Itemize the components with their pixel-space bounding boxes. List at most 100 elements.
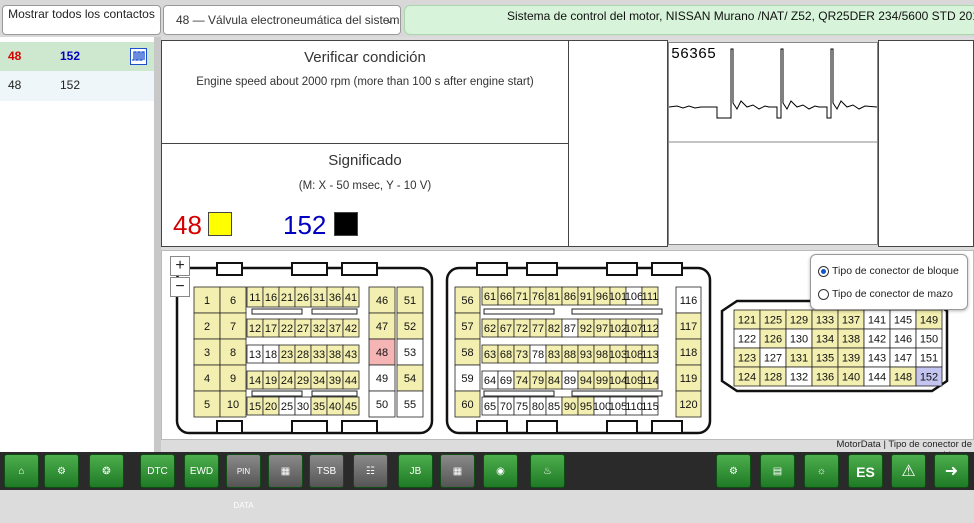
pin-number-label: 1 [204,295,210,307]
pin-number-label: 122 [738,334,756,346]
pin-number-label: 29 [297,375,309,387]
blank-panel-right [878,40,974,247]
pin-number-label: 56 [461,295,473,307]
pin-negative: 152 [60,78,81,92]
pin-number-label: 48 [376,347,388,359]
pin-negative: 152 [60,49,81,63]
oil-can-icon[interactable]: ♨ [530,454,565,488]
pin-number-label: 43 [345,349,357,361]
pin-number-label: 51 [404,295,416,307]
connector-a: 1234567891011121314151617181920212223242… [175,262,434,435]
pin-number-label: 15 [249,401,261,413]
pin-number-label: 36 [329,292,341,304]
home-icon[interactable]: ⌂ [4,454,39,488]
pin-positive: 48 [8,78,22,92]
language-button[interactable]: ES [848,454,883,488]
module-icon[interactable]: ▦ [268,454,303,488]
pin-number-label: 84 [548,375,560,387]
pin-number-label: 54 [404,373,416,385]
brake-icon[interactable]: ◉ [483,454,518,488]
warning-icon[interactable]: ⚠ [891,454,926,488]
vehicle-icon[interactable]: ⚙ [44,454,79,488]
pin-number-label: 95 [580,401,592,413]
waveform-icon[interactable] [130,48,147,65]
show-all-contacts-button[interactable]: Mostrar todos los contactos [2,5,161,35]
zoom-out-button[interactable]: − [170,277,190,297]
wheel-icon[interactable]: ❂ [89,454,124,488]
pin-number-label: 150 [920,334,938,346]
pin-number-label: 145 [894,315,912,327]
pin-number-label: 5 [204,399,210,411]
pin-number-label: 11 [249,292,260,304]
pin-number-label: 90 [564,401,576,413]
pin-number-label: 47 [376,321,388,333]
pin-number-label: 60 [461,399,473,411]
parts-icon[interactable]: ☷ [353,454,388,488]
pin-number-label: 117 [680,321,698,333]
pin-number-label: 63 [484,349,496,361]
pin-number-label: 147 [894,353,912,365]
zoom-in-button[interactable]: + [170,256,190,276]
pin-number-label: 142 [868,334,886,346]
tsb-button[interactable]: TSB [309,454,344,488]
pin-number-label: 26 [297,292,309,304]
meaning-pin-positive: 48 [173,210,202,240]
pin-number-label: 129 [790,315,808,327]
pin-number-label: 111 [642,291,659,303]
radio-block-connector[interactable] [818,266,829,277]
pin-number-label: 57 [461,321,473,333]
settings-icon[interactable]: ⚙ [716,454,751,488]
pin-number-label: 69 [500,375,512,387]
ewd-button[interactable]: EWD [184,454,219,488]
circuit-select[interactable]: 48 — Válvula electroneumática del sistem… [163,5,401,35]
pin-number-label: 34 [313,375,325,387]
pin-number-label: 134 [816,334,834,346]
pin-positive: 48 [8,49,22,63]
jb-button[interactable]: JB [398,454,433,488]
dtc-button[interactable]: DTC [140,454,175,488]
pin-number-label: 7 [230,321,236,333]
pin-number-label: 96 [596,291,608,303]
circuit-select-value: 48 — Válvula electroneumática del sistem [176,13,400,27]
pin-number-label: 87 [564,323,576,335]
blank-panel [568,40,668,247]
exit-icon[interactable]: ➜ [934,454,969,488]
pin-number-label: 73 [516,349,528,361]
pin-number-label: 38 [329,349,341,361]
pin-number-label: 137 [842,315,860,327]
language-label: ES [856,464,875,480]
pin-number-label: 74 [516,375,528,387]
bulb-icon[interactable]: ☼ [804,454,839,488]
pin-number-label: 65 [484,401,496,413]
relay-icon[interactable]: ▦ [440,454,475,488]
pin-number-label: 118 [680,347,698,359]
pin-number-label: 39 [329,375,341,387]
pin-number-label: 35 [313,401,325,413]
pin-number-label: 19 [265,375,277,387]
pin-number-label: 18 [265,349,277,361]
radio-harness-connector[interactable] [818,289,829,300]
option-block-label: Tipo de conector de bloque [832,265,959,277]
pin-list-row-selected[interactable]: 48 152 [0,42,154,71]
pin-number-label: 33 [313,349,325,361]
pin-number-label: 52 [404,321,416,333]
pin-number-label: 61 [484,291,496,303]
scrollbar[interactable] [154,37,161,452]
pin-number-label: 152 [920,372,938,384]
pin-data-button[interactable]: PIN DATA [226,454,261,510]
pin-number-label: 70 [500,401,512,413]
pin-number-label: 20 [265,401,277,413]
dtc-label: DTC [147,466,168,477]
ewd-label: EWD [189,466,214,477]
option-harness-label: Tipo de conector de mazo [832,288,954,300]
manual-icon[interactable]: ▤ [760,454,795,488]
pin-number-label: 37 [329,323,341,335]
pin-number-label: 64 [484,375,496,387]
pin-number-label: 30 [297,401,309,413]
pin-number-label: 131 [790,353,808,365]
pin-number-label: 124 [738,372,756,384]
pin-number-label: 45 [345,401,357,413]
pin-list-row[interactable]: 48 152 [0,71,154,101]
pin-number-label: 132 [790,372,808,384]
pin-number-label: 81 [548,291,560,303]
